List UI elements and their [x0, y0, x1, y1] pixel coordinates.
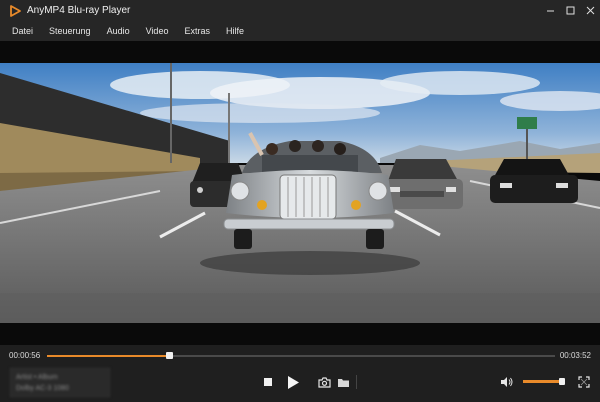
volume-level-fill — [523, 380, 563, 383]
total-time: 00:03:52 — [559, 351, 591, 360]
timeline-bar: 00:00:56 00:03:52 — [0, 345, 600, 365]
close-button[interactable] — [580, 0, 600, 21]
menu-extras[interactable]: Extras — [176, 21, 218, 41]
fullscreen-icon — [578, 376, 590, 388]
stop-button[interactable] — [261, 375, 275, 389]
media-info-line: Artist • Album — [16, 374, 58, 381]
menu-steuerung[interactable]: Steuerung — [41, 21, 99, 41]
seek-slider[interactable] — [47, 352, 555, 359]
maximize-button[interactable] — [560, 0, 580, 21]
camera-icon — [317, 376, 331, 388]
play-triangle-logo-icon — [10, 4, 21, 17]
current-time: 00:00:56 — [9, 351, 41, 360]
title-bar: AnyMP4 Blu-ray Player — [0, 0, 600, 21]
window-controls — [540, 0, 600, 21]
video-area[interactable] — [0, 41, 600, 345]
snapshot-button[interactable] — [316, 374, 332, 390]
app-title: AnyMP4 Blu-ray Player — [27, 5, 131, 16]
minimize-button[interactable] — [540, 0, 560, 21]
menu-datei[interactable]: Datei — [0, 21, 41, 41]
menu-audio[interactable]: Audio — [99, 21, 138, 41]
speaker-icon — [501, 377, 513, 387]
media-info-panel: Artist • Album Dolby AC-3 1080 — [10, 368, 110, 397]
separator — [356, 375, 357, 389]
stop-icon — [264, 378, 272, 386]
folder-icon — [337, 378, 349, 387]
volume-slider[interactable] — [523, 378, 566, 385]
seek-thumb[interactable] — [165, 352, 173, 359]
play-button[interactable] — [283, 372, 303, 392]
fullscreen-button[interactable] — [576, 374, 592, 390]
video-frame[interactable] — [0, 63, 600, 323]
play-icon — [287, 375, 299, 389]
volume-thumb[interactable] — [559, 378, 566, 385]
menu-video[interactable]: Video — [138, 21, 177, 41]
control-bar: Artist • Album Dolby AC-3 1080 — [0, 365, 600, 402]
media-info-line: Dolby AC-3 1080 — [16, 385, 69, 392]
open-folder-button[interactable] — [335, 374, 351, 390]
maximize-icon — [566, 6, 574, 15]
minimize-icon — [546, 10, 554, 12]
volume-button[interactable] — [499, 374, 515, 390]
close-icon — [586, 6, 594, 15]
menu-hilfe[interactable]: Hilfe — [218, 21, 252, 41]
menu-bar: Datei Steuerung Audio Video Extras Hilfe — [0, 21, 600, 41]
seek-progress-fill — [47, 355, 169, 357]
